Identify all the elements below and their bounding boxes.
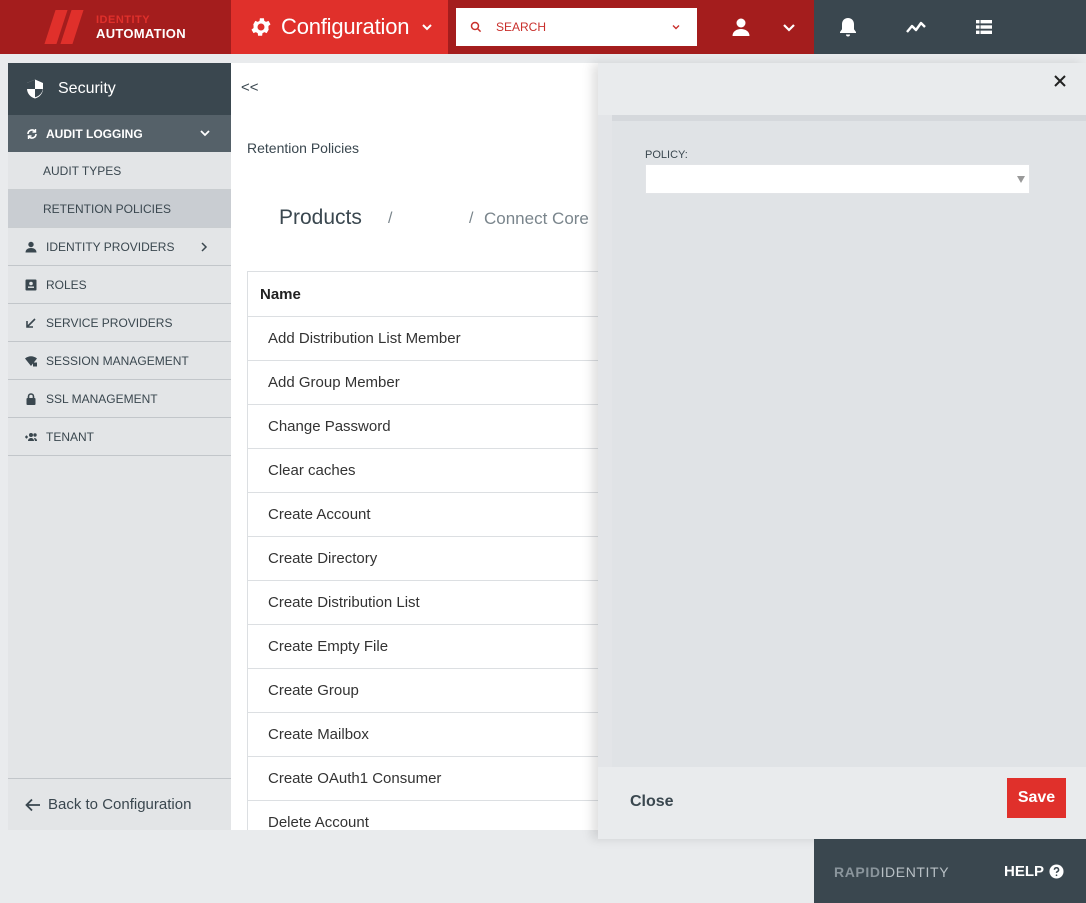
table-row[interactable]: Create Distribution List xyxy=(248,581,598,625)
top-bar: IDENTITY AUTOMATION Configuration xyxy=(0,0,1086,54)
panel-header xyxy=(598,63,1086,115)
table-row[interactable]: Create Empty File xyxy=(248,625,598,669)
chevron-down-icon xyxy=(200,130,210,137)
logo-mark-icon xyxy=(44,10,92,44)
table-row[interactable]: Add Group Member xyxy=(248,361,598,405)
sync-icon xyxy=(27,128,37,139)
dropdown-arrow-icon xyxy=(1017,176,1025,183)
table-row[interactable]: Create Directory xyxy=(248,537,598,581)
sidebar-item-service-providers[interactable]: SERVICE PROVIDERS xyxy=(8,304,231,342)
brand-part1: RAPID xyxy=(834,864,881,880)
help-button[interactable]: HELP xyxy=(1004,863,1064,880)
table-row[interactable]: Delete Account xyxy=(248,801,598,830)
breadcrumb-connect-core[interactable]: Connect Core xyxy=(484,209,589,229)
sidebar-item-label: IDENTITY PROVIDERS xyxy=(46,239,175,254)
brand-bar: RAPIDIDENTITY HELP xyxy=(814,839,1086,903)
table-row[interactable]: Create Account xyxy=(248,493,598,537)
breadcrumb-products[interactable]: Products xyxy=(279,206,362,230)
group-add-icon xyxy=(25,432,37,441)
sidebar-subitem-retention-policies[interactable]: RETENTION POLICIES xyxy=(8,190,231,228)
close-button[interactable]: Close xyxy=(630,793,674,811)
user-menu[interactable] xyxy=(714,0,814,54)
person-icon xyxy=(25,241,37,252)
sidebar: Security AUDIT LOGGING AUDIT TYPES RETEN… xyxy=(8,63,231,830)
sidebar-item-identity-providers[interactable]: IDENTITY PROVIDERS xyxy=(8,228,231,266)
search-input[interactable] xyxy=(496,20,656,34)
breadcrumb-separator: / xyxy=(388,210,393,227)
save-button[interactable]: Save xyxy=(1007,778,1066,818)
sidebar-item-label: SERVICE PROVIDERS xyxy=(46,315,173,330)
wifi-lock-icon xyxy=(25,355,37,366)
table-row[interactable]: Create OAuth1 Consumer xyxy=(248,757,598,801)
lock-icon xyxy=(26,392,36,405)
table-row[interactable]: Add Distribution List Member xyxy=(248,317,598,361)
sidebar-item-session-management[interactable]: SESSION MANAGEMENT xyxy=(8,342,231,380)
policy-label: POLICY: xyxy=(645,149,688,161)
chevron-down-icon xyxy=(783,24,795,32)
logo-text: IDENTITY AUTOMATION xyxy=(96,14,186,40)
chevron-right-icon xyxy=(201,242,208,252)
policy-select[interactable] xyxy=(645,164,1030,194)
panel-footer: Close Save xyxy=(598,767,1086,839)
activity-chart-icon[interactable] xyxy=(905,16,927,38)
table-header-name[interactable]: Name xyxy=(248,272,598,317)
id-card-icon xyxy=(25,279,37,290)
sidebar-item-label: SSL MANAGEMENT xyxy=(46,391,158,406)
search-box[interactable] xyxy=(456,8,697,46)
collapse-sidebar-button[interactable]: << xyxy=(241,79,259,96)
module-title: Configuration xyxy=(281,14,410,39)
sidebar-group-label: AUDIT LOGGING xyxy=(46,126,143,141)
right-nav xyxy=(814,0,1086,54)
search-icon xyxy=(470,21,482,33)
table-row[interactable]: Create Mailbox xyxy=(248,713,598,757)
logo-line2: AUTOMATION xyxy=(96,26,186,41)
sidebar-section-header: Security xyxy=(8,63,231,115)
sidebar-item-label: SESSION MANAGEMENT xyxy=(46,353,189,368)
sidebar-subitem-audit-types[interactable]: AUDIT TYPES xyxy=(8,152,231,190)
sidebar-item-label: ROLES xyxy=(46,277,87,292)
sidebar-item-tenant[interactable]: TENANT xyxy=(8,418,231,456)
breadcrumb: Products / / Connect Core xyxy=(279,206,598,236)
search-dropdown-icon[interactable] xyxy=(671,22,681,32)
sidebar-item-label: TENANT xyxy=(46,429,94,444)
brand-part2: IDENTITY xyxy=(880,864,950,880)
close-icon[interactable] xyxy=(1052,73,1068,89)
breadcrumb-separator: / xyxy=(469,210,474,227)
user-icon xyxy=(732,18,750,36)
sidebar-group-audit-logging[interactable]: AUDIT LOGGING xyxy=(8,115,231,152)
list-icon[interactable] xyxy=(973,16,995,38)
sidebar-item-roles[interactable]: ROLES xyxy=(8,266,231,304)
policies-table: Name Add Distribution List Member Add Gr… xyxy=(247,271,598,830)
sidebar-item-ssl-management[interactable]: SSL MANAGEMENT xyxy=(8,380,231,418)
policy-side-panel: POLICY: Close Save xyxy=(598,63,1086,839)
back-label: Back to Configuration xyxy=(48,796,192,813)
table-row[interactable]: Clear caches xyxy=(248,449,598,493)
bell-icon[interactable] xyxy=(837,16,859,38)
help-label: HELP xyxy=(1004,863,1045,880)
main-content: << Retention Policies Products / / Conne… xyxy=(231,63,598,830)
page-title: Retention Policies xyxy=(247,140,360,156)
question-circle-icon xyxy=(1049,864,1064,879)
table-row[interactable]: Change Password xyxy=(248,405,598,449)
gear-icon xyxy=(251,18,271,36)
shield-icon xyxy=(27,79,43,99)
sidebar-section-title: Security xyxy=(58,80,116,97)
arrow-left-icon xyxy=(25,798,40,811)
module-switcher[interactable]: Configuration xyxy=(231,0,448,54)
product-brand: RAPIDIDENTITY xyxy=(834,864,949,880)
panel-body xyxy=(612,115,1086,767)
chevron-down-icon xyxy=(422,24,432,31)
table-row[interactable]: Create Group xyxy=(248,669,598,713)
logo[interactable]: IDENTITY AUTOMATION xyxy=(0,0,231,54)
back-to-configuration-link[interactable]: Back to Configuration xyxy=(8,778,231,830)
arrow-in-icon xyxy=(26,317,36,328)
